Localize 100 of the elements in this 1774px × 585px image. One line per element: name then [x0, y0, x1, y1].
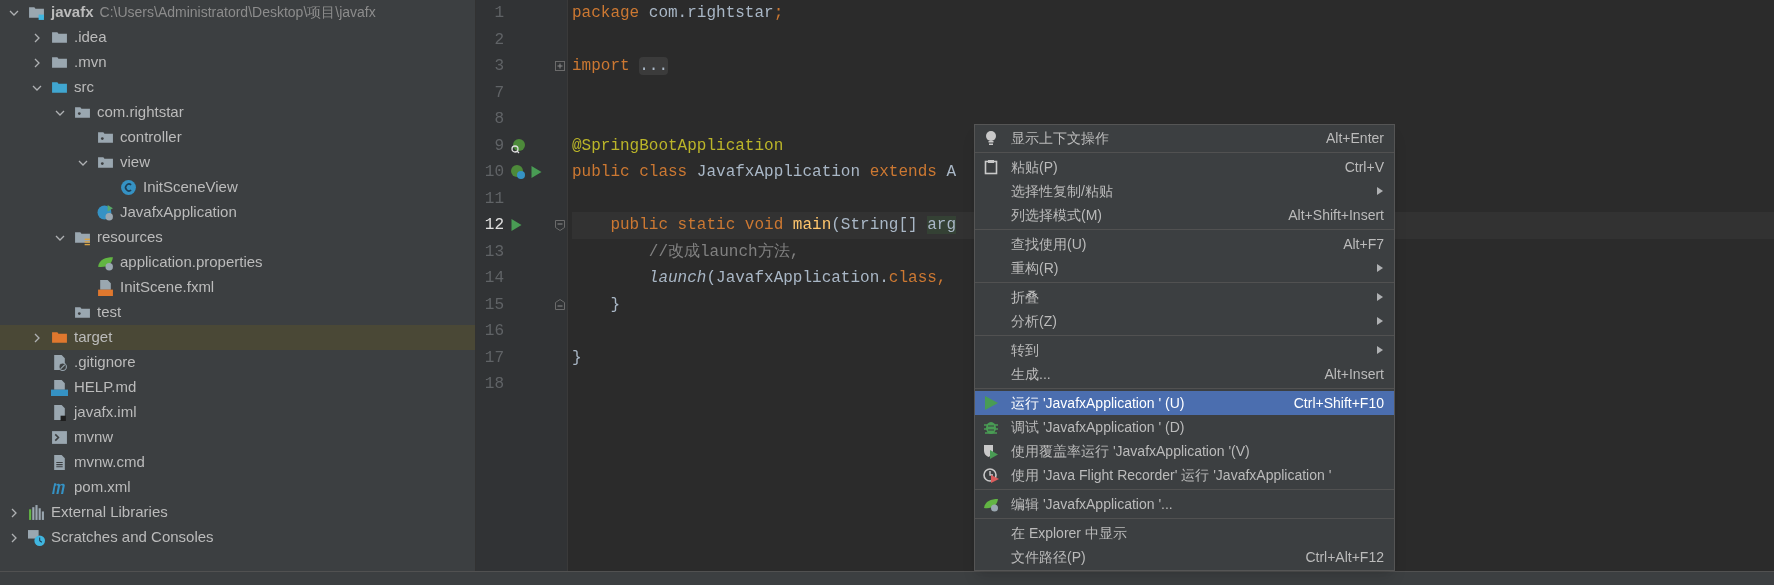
tree-item-label: JavafxApplication [120, 202, 237, 223]
code-line: } [572, 347, 582, 369]
tree-item[interactable]: InitSceneView [0, 175, 475, 200]
scratches-icon [28, 529, 45, 546]
run-icon[interactable] [530, 165, 543, 180]
fold-end-icon[interactable] [555, 299, 565, 311]
menu-item[interactable]: 文件路径(P) Ctrl+Alt+F12 [975, 545, 1394, 569]
text-file-icon [51, 454, 68, 471]
tree-item-label: InitScene.fxml [120, 277, 215, 298]
menu-item[interactable]: 显示上下文操作 Alt+Enter [975, 126, 1394, 150]
tree-item-label: test [97, 302, 122, 323]
package-folder-icon [97, 154, 114, 171]
menu-item[interactable]: 使用 'Java Flight Recorder' 运行 'JavafxApplication ' [975, 463, 1394, 487]
menu-item[interactable]: 使用覆盖率运行 'JavafxApplication '(V) [975, 439, 1394, 463]
tree-item-label: src [74, 77, 94, 98]
tree-item[interactable]: mvnw [0, 425, 475, 450]
tree-item[interactable]: javafx.iml [0, 400, 475, 425]
lightbulb-icon [983, 130, 999, 146]
tree-item-label: mvnw [74, 427, 114, 448]
folder-icon [51, 79, 68, 96]
tree-item[interactable]: .gitignore [0, 350, 475, 375]
tree-item[interactable]: resources [0, 225, 475, 250]
code-line: import ... [572, 56, 669, 78]
folder-icon [51, 329, 68, 346]
tree-item[interactable]: JavafxApplication [0, 200, 475, 225]
tree-item[interactable]: mvnw.cmd [0, 450, 475, 475]
tree-item[interactable]: HELP.md [0, 375, 475, 400]
tree-item-label: mvnw.cmd [74, 452, 145, 473]
line-number: 12 [483, 215, 504, 237]
tree-item[interactable]: view [0, 150, 475, 175]
code-line: public class JavafxApplication extends A [572, 162, 957, 184]
tree-item-label: resources [97, 227, 163, 248]
resources-folder-icon [74, 229, 91, 246]
xml-file-icon [97, 279, 114, 296]
tree-item[interactable]: InitScene.fxml [0, 275, 475, 300]
tree-item-label: controller [120, 127, 182, 148]
spring-boot-icon[interactable] [510, 164, 526, 181]
package-folder-icon [74, 104, 91, 121]
tree-item[interactable]: .mvn [0, 50, 475, 75]
menu-item[interactable]: 列选择模式(M) Alt+Shift+Insert [975, 203, 1394, 227]
menu-item[interactable]: 转到 [975, 338, 1394, 362]
terminal-file-icon [51, 429, 68, 446]
folder-icon [51, 54, 68, 71]
tree-item[interactable]: Scratches and Consoles [0, 525, 475, 550]
package-folder-icon [74, 304, 91, 321]
menu-item[interactable]: 调试 'JavafxApplication ' (D) [975, 415, 1394, 439]
tree-item[interactable]: .idea [0, 25, 475, 50]
tree-item-label: External Libraries [51, 502, 168, 523]
code-line: public static void main(String[] arg [609, 215, 957, 237]
tree-item-label: javafx [51, 2, 94, 23]
tree-item[interactable]: application.properties [0, 250, 475, 275]
menu-item[interactable]: 查找使用(U) Alt+F7 [975, 232, 1394, 256]
tree-item-label: .gitignore [74, 352, 136, 373]
menu-item[interactable]: 运行 'JavafxApplication ' (U) Ctrl+Shift+F10 [975, 391, 1394, 415]
fold-plus-icon[interactable] [555, 61, 565, 72]
tree-item[interactable]: test [0, 300, 475, 325]
tree-item[interactable]: External Libraries [0, 500, 475, 525]
chevron-right-icon[interactable] [32, 332, 42, 343]
code-line: //改成launch方法, [647, 241, 800, 263]
menu-item[interactable]: 在 Explorer 中显示 [975, 521, 1394, 545]
package-folder-icon [97, 129, 114, 146]
ignore-file-icon [51, 354, 68, 371]
tree-item[interactable]: src [0, 75, 475, 100]
run-icon [983, 395, 999, 411]
fold-minus-icon[interactable] [555, 219, 565, 231]
menu-item[interactable]: 选择性复制/粘贴 [975, 179, 1394, 203]
file-icon [51, 404, 68, 421]
tree-item[interactable]: pom.xml [0, 475, 475, 500]
clipboard-icon [983, 159, 999, 175]
folder-icon [51, 29, 68, 46]
module-folder-icon [28, 4, 45, 21]
tree-item-label: HELP.md [74, 377, 137, 398]
chevron-right-icon[interactable] [32, 32, 42, 43]
code-line: package com.rightstar; [572, 3, 784, 25]
run-icon[interactable] [510, 218, 523, 233]
menu-item[interactable]: 分析(Z) [975, 309, 1394, 333]
markdown-file-icon [51, 379, 68, 396]
tree-item-label: target [74, 327, 113, 348]
menu-item[interactable]: 粘贴(P) Ctrl+V [975, 155, 1394, 179]
tree-item[interactable]: controller [0, 125, 475, 150]
shield-run-icon [983, 443, 999, 459]
tree-item-label: com.rightstar [97, 102, 184, 123]
tree-item[interactable]: javafx C:\Users\Administratord\Desktop\项目\javafx [0, 0, 475, 25]
menu-item[interactable]: 折叠 [975, 285, 1394, 309]
tree-item-label: view [120, 152, 150, 173]
chevron-right-icon[interactable] [32, 57, 42, 68]
spring-bean-icon[interactable] [510, 137, 526, 154]
spring-class-icon [97, 204, 114, 221]
tree-item[interactable]: com.rightstar [0, 100, 475, 125]
tree-item-label: application.properties [120, 252, 263, 273]
menu-item[interactable]: 生成... Alt+Insert [975, 362, 1394, 386]
class-icon [120, 179, 137, 196]
spring-leaf-icon [97, 254, 114, 271]
chevron-right-icon[interactable] [9, 532, 19, 543]
tree-item[interactable]: target [0, 325, 475, 350]
chevron-right-icon[interactable] [9, 507, 19, 518]
clock-run-icon [983, 467, 999, 483]
tree-item-label: pom.xml [74, 477, 131, 498]
menu-item[interactable]: 编辑 'JavafxApplication '... [975, 492, 1394, 516]
menu-item[interactable]: 重构(R) [975, 256, 1394, 280]
